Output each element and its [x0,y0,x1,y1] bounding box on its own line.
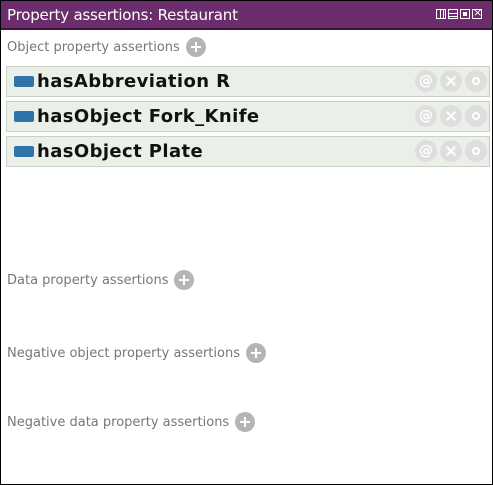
row-actions [415,70,487,92]
assertion-text: hasAbbreviation R [37,71,231,92]
section-label-data-props: Data property assertions [7,272,169,288]
annotate-icon[interactable] [415,105,437,127]
split-vertical-icon[interactable] [436,9,446,19]
split-horizontal-icon[interactable] [448,9,458,19]
assertions-panel: Object property assertions hasAbbreviati… [1,30,492,484]
assertion-text: hasObject Fork_Knife [37,106,260,127]
negative-data-property-assertions-section: Negative data property assertions [7,412,256,432]
add-negative-object-property-icon[interactable] [245,343,266,363]
data-property-assertions-section: Data property assertions [7,270,195,290]
maximize-icon[interactable] [460,9,470,19]
negative-object-property-assertions-section: Negative object property assertions [7,343,266,363]
object-property-assertions-section: Object property assertions [7,37,206,57]
assertion-row[interactable]: hasObject Fork_Knife [6,101,490,132]
delete-icon[interactable] [440,140,462,162]
delete-icon[interactable] [440,105,462,127]
row-actions [415,105,487,127]
annotate-icon[interactable] [415,140,437,162]
close-icon[interactable] [472,6,482,19]
property-assertions-window: Property assertions: Restaurant Object p… [0,0,493,485]
add-data-property-icon[interactable] [174,270,195,290]
section-label-neg-object-props: Negative object property assertions [7,345,240,361]
object-property-icon [14,111,34,122]
assertion-row[interactable]: hasObject Plate [6,136,490,167]
row-actions [415,140,487,162]
section-label-object-props: Object property assertions [7,39,180,55]
explain-icon[interactable] [465,140,487,162]
assertion-text: hasObject Plate [37,141,204,162]
title-bar: Property assertions: Restaurant [1,1,492,30]
add-negative-data-property-icon[interactable] [235,412,256,432]
explain-icon[interactable] [465,105,487,127]
annotate-icon[interactable] [415,70,437,92]
object-property-icon [14,76,34,87]
section-label-neg-data-props: Negative data property assertions [7,414,230,430]
explain-icon[interactable] [465,70,487,92]
window-controls [436,6,482,19]
window-title: Property assertions: Restaurant [7,6,238,24]
assertion-row[interactable]: hasAbbreviation R [6,66,490,97]
add-object-property-icon[interactable] [185,37,206,57]
object-property-icon [14,146,34,157]
delete-icon[interactable] [440,70,462,92]
